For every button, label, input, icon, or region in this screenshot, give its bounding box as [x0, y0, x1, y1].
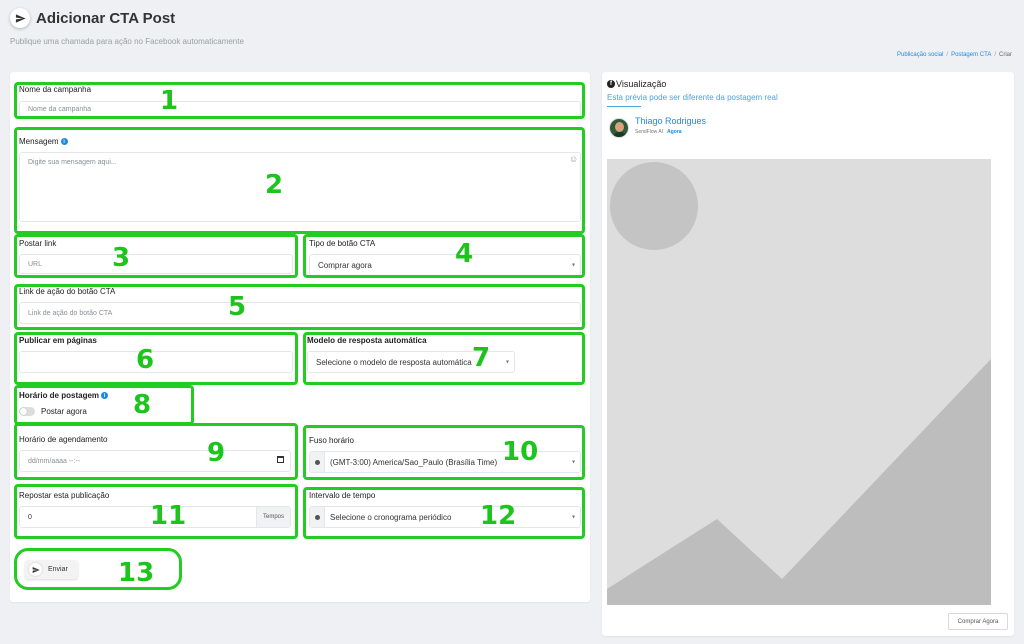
- cta-link-input[interactable]: Link de ação do botão CTA: [19, 302, 581, 324]
- schedule-date-input[interactable]: dd/mm/aaaa --:--: [19, 450, 291, 472]
- chevron-down-icon: ▾: [505, 359, 509, 366]
- image-placeholder-icon: [607, 159, 991, 605]
- chevron-down-icon: ▾: [571, 459, 575, 466]
- annotation-number-13: 13: [118, 558, 155, 588]
- repost-label: Repostar esta publicação: [19, 491, 110, 500]
- annotation-number-3: 3: [112, 243, 131, 273]
- preview-cta-button[interactable]: Comprar Agora: [948, 613, 1008, 630]
- info-icon: i: [101, 392, 109, 400]
- interval-select[interactable]: Selecione o cronograma periódico ▾: [309, 506, 581, 528]
- info-icon: i: [60, 138, 68, 146]
- cta-link-label: Link de ação do botão CTA: [19, 287, 116, 296]
- post-link-input[interactable]: URL: [19, 254, 293, 274]
- interval-label: Intervalo de tempo: [309, 491, 376, 500]
- breadcrumb-current: Criar: [999, 52, 1012, 58]
- page-subtitle: Publique uma chamada para ação no Facebo…: [10, 37, 244, 46]
- message-textarea[interactable]: Digite sua mensagem aqui...: [19, 152, 581, 222]
- page-header: Adicionar CTA Post Publique uma chamada …: [10, 8, 244, 46]
- schedule-date-label: Horário de agendamento: [19, 435, 108, 444]
- clock-icon: [310, 507, 325, 527]
- send-button[interactable]: Enviar: [25, 560, 78, 579]
- annotation-number-12: 12: [480, 501, 517, 531]
- preview-note: Esta prévia pode ser diferente da postag…: [607, 93, 778, 102]
- preview-divider: [607, 106, 641, 107]
- pages-label: Publicar em páginas: [19, 336, 97, 345]
- post-now-toggle[interactable]: [19, 407, 35, 416]
- campaign-name-input[interactable]: Nome da campanha: [19, 101, 581, 118]
- preview-title: f Visualização: [607, 79, 666, 89]
- post-now-toggle-row: Postar agora: [19, 407, 87, 416]
- globe-icon: [310, 452, 325, 472]
- post-link-label: Postar link: [19, 239, 57, 248]
- facebook-icon: f: [607, 80, 615, 88]
- calendar-icon[interactable]: [277, 456, 284, 463]
- post-now-label: Postar agora: [41, 407, 87, 416]
- annotation-number-6: 6: [136, 345, 155, 375]
- message-label: Mensagem i: [19, 137, 68, 146]
- post-time-label: Horário de postagem i: [19, 391, 109, 400]
- annotation-number-7: 7: [472, 343, 491, 373]
- pages-select[interactable]: [19, 351, 293, 373]
- annotation-number-9: 9: [207, 438, 226, 468]
- page-title: Adicionar CTA Post: [36, 9, 176, 27]
- annotation-number-10: 10: [502, 437, 539, 467]
- annotation-number-8: 8: [133, 390, 152, 420]
- auto-reply-label: Modelo de resposta automática: [307, 336, 427, 345]
- image-placeholder: [607, 159, 991, 605]
- cta-type-select[interactable]: Comprar agora ▾: [309, 254, 581, 276]
- avatar: [609, 118, 629, 138]
- paper-plane-icon: [10, 8, 30, 28]
- send-button-label: Enviar: [48, 566, 68, 573]
- chevron-down-icon: ▾: [571, 514, 575, 521]
- annotation-number-4: 4: [455, 239, 474, 269]
- preview-panel: f Visualização Esta prévia pode ser dife…: [602, 72, 1014, 636]
- annotation-number-5: 5: [228, 292, 247, 322]
- campaign-name-label: Nome da campanha: [19, 85, 92, 94]
- emoji-icon[interactable]: ☺: [569, 154, 578, 164]
- annotation-number-1: 1: [160, 86, 179, 116]
- preview-user-meta: SendFlow AI Agora: [635, 129, 682, 135]
- cta-type-label: Tipo de botão CTA: [309, 239, 376, 248]
- breadcrumb-social[interactable]: Publicação social: [897, 52, 943, 58]
- breadcrumb: Publicação social / Postagem CTA / Criar: [897, 52, 1012, 58]
- repost-times-addon: Tempos: [256, 507, 290, 527]
- annotation-number-2: 2: [265, 170, 284, 200]
- preview-user-name: Thiago Rodrigues: [635, 116, 707, 126]
- chevron-down-icon: ▾: [571, 262, 575, 269]
- breadcrumb-cta-post[interactable]: Postagem CTA: [951, 52, 991, 58]
- timezone-select[interactable]: (GMT-3:00) America/Sao_Paulo (Brasília T…: [309, 451, 581, 473]
- timezone-label: Fuso horário: [309, 436, 354, 445]
- annotation-number-11: 11: [150, 501, 187, 531]
- paper-plane-icon: [29, 563, 42, 576]
